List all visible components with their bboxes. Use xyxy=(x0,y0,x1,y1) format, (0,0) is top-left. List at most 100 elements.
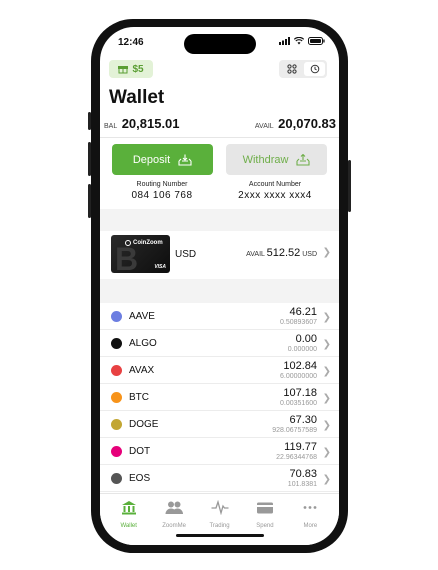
card-watermark-b: B xyxy=(115,241,139,273)
chevron-right-icon: ❯ xyxy=(322,366,331,377)
balance-value: 20,815.01 xyxy=(121,116,180,131)
tab-label: ZoomMe xyxy=(162,523,186,529)
coin-value: 107.18 xyxy=(283,387,317,399)
volume-down-button xyxy=(88,184,91,218)
aave-icon xyxy=(111,311,122,322)
coin-quantity: 6.00000000 xyxy=(280,373,317,380)
card-avail-unit: USD xyxy=(302,251,317,258)
coin-symbol: EOS xyxy=(129,473,151,484)
history-icon xyxy=(310,64,319,74)
card-avail-label: AVAIL xyxy=(246,251,265,258)
tab-bar: Wallet ZoomMe Trading Spend More xyxy=(100,493,339,545)
tray-out-icon xyxy=(296,153,310,166)
divider xyxy=(100,137,339,138)
coin-value: 119.77 xyxy=(284,441,317,453)
section-separator xyxy=(100,279,339,303)
tab-trading[interactable]: Trading xyxy=(197,494,242,545)
status-icons xyxy=(279,37,325,45)
coin-row[interactable]: EOS 70.83 101.8381 ❯ xyxy=(100,465,339,492)
available-label: AVAIL xyxy=(254,123,274,130)
more-icon xyxy=(301,500,319,520)
status-bar: 12:46 xyxy=(100,27,339,57)
coin-quantity: 0.00351600 xyxy=(280,400,317,407)
card-currency: USD xyxy=(175,249,197,260)
account-label: Account Number xyxy=(248,181,302,188)
balance-label: BAL xyxy=(104,123,118,130)
chevron-right-icon: ❯ xyxy=(322,420,331,431)
card-brand: CoinZoom xyxy=(133,240,163,246)
tab-spend[interactable]: Spend xyxy=(242,494,287,545)
promo-gift-button[interactable]: $5 xyxy=(109,60,153,78)
bank-icon xyxy=(121,500,137,520)
chevron-right-icon: ❯ xyxy=(322,312,331,323)
coin-row[interactable]: AVAX 102.84 6.00000000 ❯ xyxy=(100,357,339,384)
chevron-right-icon: ❯ xyxy=(322,474,331,485)
signal-icon xyxy=(279,37,290,45)
grid-icon xyxy=(286,64,297,74)
battery-icon xyxy=(308,37,325,45)
coin-symbol: AAVE xyxy=(129,311,155,322)
coin-row[interactable]: AAVE 46.21 0.50893607 ❯ xyxy=(100,303,339,330)
mute-switch xyxy=(88,112,91,130)
coin-symbol: BTC xyxy=(129,392,149,403)
app-screen: 12:46 $5 Wallet BAL 20,815.01 AVAIL 20,0… xyxy=(100,27,339,545)
users-icon xyxy=(165,500,184,520)
card-icon xyxy=(256,500,274,520)
coin-value: 70.83 xyxy=(289,468,317,480)
chevron-right-icon: ❯ xyxy=(322,247,331,258)
promo-label: $5 xyxy=(132,63,144,75)
coin-quantity: 101.8381 xyxy=(287,481,317,488)
view-toggle xyxy=(279,60,327,78)
routing-value: 084 106 768 xyxy=(131,190,193,201)
coin-quantity: 928.06757589 xyxy=(272,427,317,434)
coin-value: 102.84 xyxy=(283,360,317,372)
deposit-button[interactable]: Deposit xyxy=(112,144,213,175)
withdraw-button[interactable]: Withdraw xyxy=(226,144,327,175)
home-indicator xyxy=(176,534,264,537)
grid-view-button[interactable] xyxy=(281,62,302,76)
deposit-label: Deposit xyxy=(132,153,171,166)
account-value: 2xxx xxxx xxx4 xyxy=(238,190,312,201)
coin-row[interactable]: DOT 119.77 22.96344768 ❯ xyxy=(100,438,339,465)
tab-more[interactable]: More xyxy=(288,494,333,545)
history-view-button[interactable] xyxy=(304,62,325,76)
coin-symbol: DOT xyxy=(129,446,151,457)
wifi-icon xyxy=(294,37,304,45)
card-account-row[interactable]: B CoinZoom VISA USD AVAIL 512.52 USD ❯ xyxy=(100,231,339,277)
gift-icon xyxy=(118,66,129,74)
pulse-icon xyxy=(211,499,229,520)
dot-icon xyxy=(111,446,122,457)
page-title: Wallet xyxy=(109,87,165,108)
coin-symbol: DOGE xyxy=(129,419,159,430)
dynamic-island xyxy=(184,34,256,54)
tab-zoomme[interactable]: ZoomMe xyxy=(151,494,196,545)
coin-value: 0.00 xyxy=(295,333,317,345)
routing-number-block: Routing Number 084 106 768 xyxy=(107,181,217,201)
withdraw-label: Withdraw xyxy=(242,153,289,166)
coin-quantity: 22.96344768 xyxy=(276,454,317,461)
routing-label: Routing Number xyxy=(136,181,188,188)
doge-icon xyxy=(111,419,122,430)
status-time: 12:46 xyxy=(118,37,144,48)
coin-quantity: 0.000000 xyxy=(287,346,317,353)
coin-value: 46.21 xyxy=(289,306,317,318)
coin-row[interactable]: BTC 107.18 0.00351600 ❯ xyxy=(100,384,339,411)
coin-row[interactable]: DOGE 67.30 928.06757589 ❯ xyxy=(100,411,339,438)
btc-icon xyxy=(111,392,122,403)
debit-card-image: B CoinZoom VISA xyxy=(111,235,170,273)
tab-wallet[interactable]: Wallet xyxy=(106,494,151,545)
account-number-block: Account Number 2xxx xxxx xxx4 xyxy=(220,181,330,201)
chevron-right-icon: ❯ xyxy=(322,339,331,350)
card-logo-icon xyxy=(125,240,131,246)
coin-list: AAVE 46.21 0.50893607 ❯ ALGO 0.00 0.000000 ❯ AVA… xyxy=(100,303,339,492)
section-separator xyxy=(100,209,339,231)
tab-label: Trading xyxy=(209,523,230,529)
coin-symbol: ALGO xyxy=(129,338,157,349)
coin-quantity: 0.50893607 xyxy=(280,319,317,326)
balance-row: BAL 20,815.01 AVAIL 20,070.83 xyxy=(104,116,336,133)
card-network: VISA xyxy=(154,264,166,270)
coin-row[interactable]: ALGO 0.00 0.000000 ❯ xyxy=(100,330,339,357)
card-avail-value: 512.52 xyxy=(266,247,301,259)
power-button xyxy=(348,160,351,212)
coin-symbol: AVAX xyxy=(129,365,155,376)
